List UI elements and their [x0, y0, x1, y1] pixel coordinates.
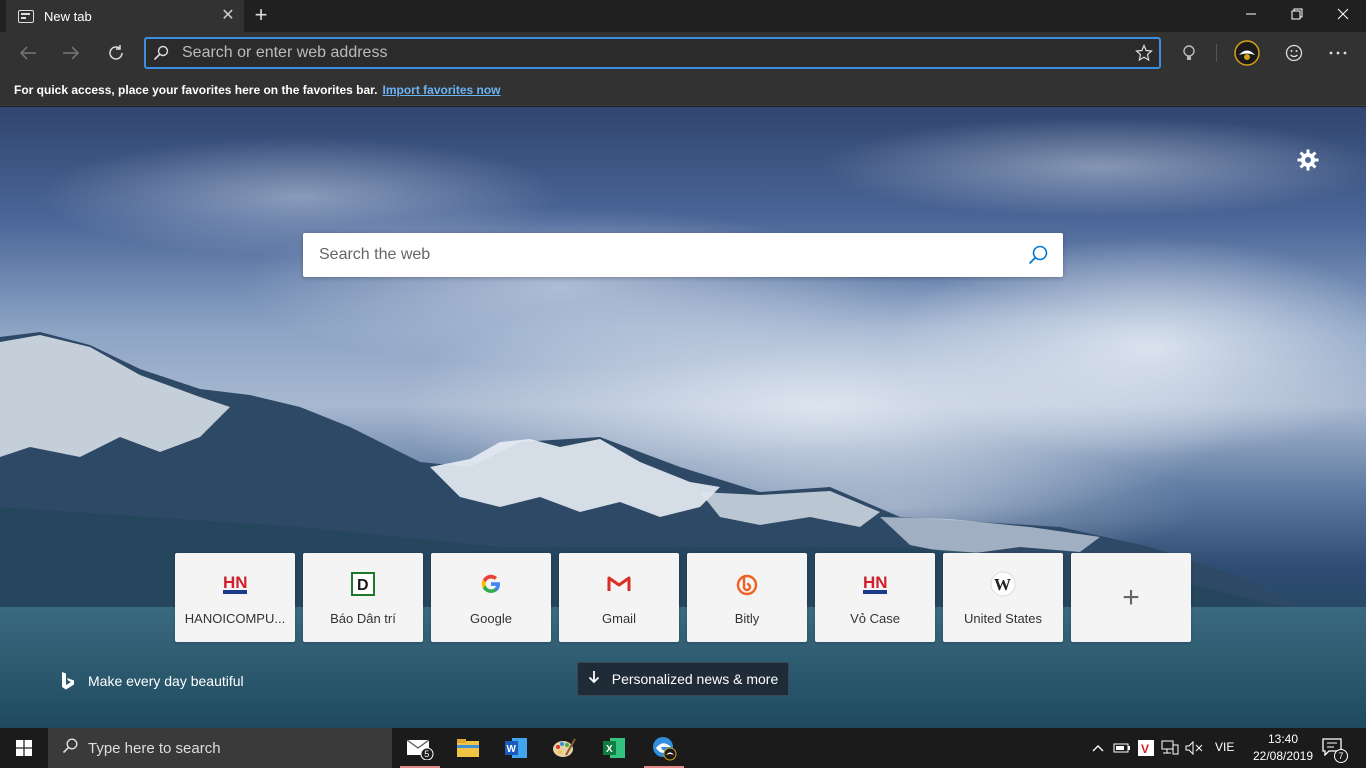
- bing-caption-text: Make every day beautiful: [88, 673, 244, 689]
- svg-text:V: V: [1141, 742, 1149, 756]
- plus-icon: +: [1122, 580, 1140, 614]
- gmail-icon: [606, 571, 632, 597]
- folder-icon: [457, 739, 479, 757]
- svg-text:W: W: [507, 744, 517, 755]
- taskbar-search-box[interactable]: Type here to search: [48, 728, 392, 768]
- svg-text:HN: HN: [863, 573, 888, 592]
- personalized-news-button[interactable]: Personalized news & more: [577, 662, 789, 696]
- svg-text:W: W: [994, 575, 1011, 594]
- tab-title: New tab: [44, 8, 92, 24]
- google-icon: [478, 571, 504, 597]
- search-icon: [62, 738, 78, 758]
- bing-logo-icon: [62, 672, 74, 690]
- arrow-down-icon: [588, 670, 600, 689]
- top-site-tile[interactable]: D Báo Dân trí: [303, 553, 423, 642]
- toolbar: [0, 32, 1366, 74]
- import-favorites-link[interactable]: Import favorites now: [382, 83, 500, 97]
- taskbar-paint[interactable]: [540, 728, 588, 768]
- newtab-icon: [18, 9, 34, 23]
- word-icon: W: [505, 738, 527, 758]
- news-button-label: Personalized news & more: [611, 671, 779, 687]
- minimize-icon[interactable]: [1228, 0, 1274, 30]
- web-search-box[interactable]: [303, 233, 1063, 277]
- toolbar-separator: [1216, 44, 1217, 62]
- extension-airborne-icon[interactable]: [1231, 38, 1263, 68]
- web-search-icon[interactable]: [1013, 233, 1063, 277]
- excel-icon: X: [603, 738, 625, 758]
- add-site-button[interactable]: +: [1071, 553, 1191, 642]
- top-sites: HN HANOICOMPU... D Báo Dân trí Google Gm…: [175, 553, 1191, 642]
- svg-text:X: X: [606, 744, 613, 755]
- favorites-bar-message: For quick access, place your favorites h…: [14, 82, 378, 97]
- lightbulb-icon[interactable]: [1173, 38, 1205, 68]
- favorites-bar: For quick access, place your favorites h…: [0, 74, 1366, 106]
- paint-palette-icon: [553, 738, 576, 757]
- web-search-input[interactable]: [303, 235, 1013, 275]
- feedback-smiley-icon[interactable]: [1278, 38, 1310, 68]
- bitly-icon: [734, 571, 760, 597]
- bing-image-caption[interactable]: Make every day beautiful: [58, 671, 244, 691]
- vietkey-icon[interactable]: V: [1136, 738, 1156, 758]
- battery-icon[interactable]: [1112, 738, 1132, 758]
- dantri-icon: D: [350, 571, 376, 597]
- page-settings-icon[interactable]: [1296, 148, 1320, 172]
- svg-text:HN: HN: [223, 573, 248, 592]
- favorite-star-icon[interactable]: [1129, 39, 1159, 67]
- taskbar-clock[interactable]: 13:40 22/08/2019: [1246, 731, 1320, 765]
- top-site-tile[interactable]: Google: [431, 553, 551, 642]
- address-bar[interactable]: [144, 37, 1161, 69]
- taskbar: Type here to search 5 W X V VIE 13:40 22…: [0, 728, 1366, 768]
- wikipedia-icon: W: [990, 571, 1016, 597]
- taskbar-edge[interactable]: [640, 728, 688, 768]
- tab-new-tab[interactable]: New tab ✕: [6, 0, 244, 32]
- title-bar: New tab ✕ +: [0, 0, 1366, 32]
- close-icon[interactable]: [1320, 0, 1366, 30]
- address-input[interactable]: [176, 40, 1129, 66]
- edge-browser-icon: [653, 737, 677, 761]
- restore-icon[interactable]: [1274, 0, 1320, 30]
- top-site-tile[interactable]: Bitly: [687, 553, 807, 642]
- top-site-tile[interactable]: HN Vỏ Case: [815, 553, 935, 642]
- top-site-tile[interactable]: HN HANOICOMPU...: [175, 553, 295, 642]
- search-icon: [146, 39, 176, 67]
- show-hidden-icons-chevron-icon[interactable]: [1088, 738, 1108, 758]
- top-site-tile[interactable]: W United States: [943, 553, 1063, 642]
- hanoicomputer-icon: HN: [222, 571, 248, 597]
- mail-icon: 5: [406, 739, 434, 760]
- hanoicomputer-icon: HN: [862, 571, 888, 597]
- back-icon[interactable]: [12, 38, 44, 68]
- taskbar-file-explorer[interactable]: [444, 728, 492, 768]
- clock-date: 22/08/2019: [1252, 749, 1314, 763]
- svg-text:D: D: [357, 577, 369, 594]
- refresh-icon[interactable]: [100, 38, 132, 68]
- taskbar-excel[interactable]: X: [590, 728, 638, 768]
- tab-close-icon[interactable]: ✕: [220, 8, 236, 24]
- taskbar-word[interactable]: W: [492, 728, 540, 768]
- network-icon[interactable]: [1160, 738, 1180, 758]
- new-tab-page: HN HANOICOMPU... D Báo Dân trí Google: [0, 107, 1366, 728]
- notification-count-badge: 7: [1334, 749, 1348, 763]
- more-menu-icon[interactable]: [1322, 38, 1354, 68]
- forward-icon[interactable]: [55, 38, 87, 68]
- taskbar-mail-app[interactable]: 5: [396, 728, 444, 768]
- clock-time: 13:40: [1267, 732, 1299, 746]
- taskbar-search-placeholder: Type here to search: [88, 739, 221, 757]
- volume-muted-icon[interactable]: [1184, 738, 1204, 758]
- top-site-tile[interactable]: Gmail: [559, 553, 679, 642]
- input-language-indicator[interactable]: VIE: [1215, 740, 1234, 754]
- windows-start-icon[interactable]: [0, 728, 48, 768]
- new-tab-button[interactable]: +: [250, 4, 272, 26]
- svg-text:5: 5: [424, 749, 429, 759]
